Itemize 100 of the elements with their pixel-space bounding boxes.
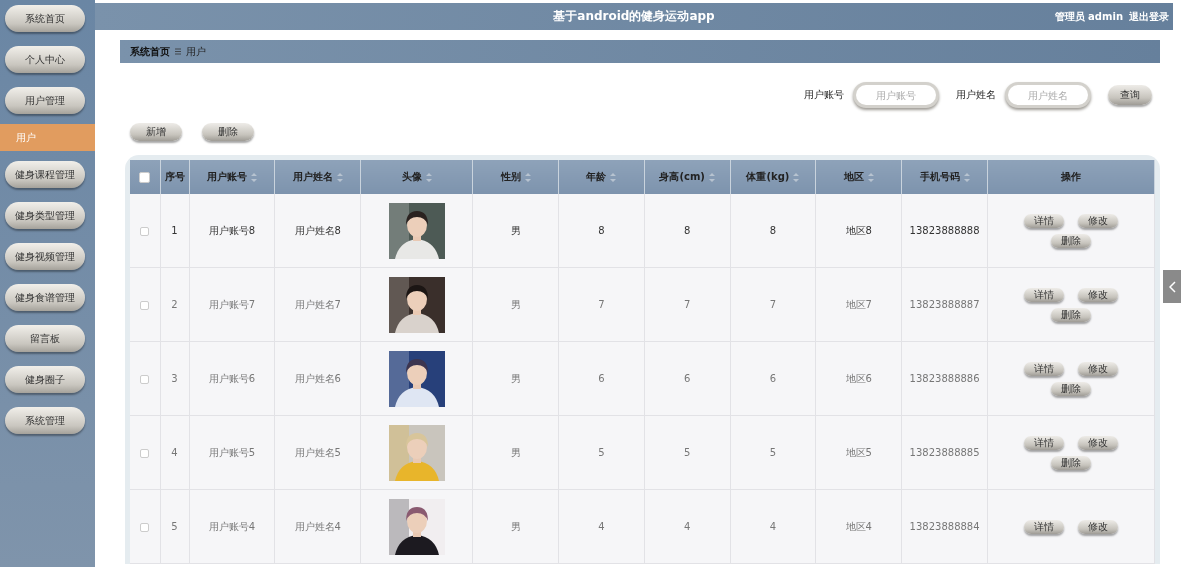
sort-icon[interactable] (793, 172, 800, 182)
table-cell: 8 (730, 194, 816, 268)
search-field[interactable]: 用户账号 (856, 85, 936, 105)
table-cell: 13823888886 (901, 341, 988, 416)
table-cell: 13823888888 (901, 194, 988, 268)
column-header: 手机号码 (901, 160, 988, 194)
table-cell: 男 (472, 489, 559, 564)
column-header: 体重(kg) (730, 160, 816, 194)
breadcrumb-item[interactable]: 系统首页 (130, 44, 170, 59)
user-label: 管理员 admin (1054, 9, 1123, 24)
sidebar-item[interactable]: 健身视频管理 (5, 243, 85, 270)
menu-icon (175, 48, 181, 55)
table-cell: 地区8 (815, 194, 902, 268)
action-button[interactable]: 删除 (1051, 381, 1091, 396)
table-cell: 4 (558, 489, 645, 564)
breadcrumb-item[interactable]: 用户 (186, 44, 206, 59)
action-button[interactable]: 修改 (1078, 519, 1118, 534)
table-cell: 5 (558, 415, 645, 490)
action-button[interactable]: 详情 (1024, 435, 1064, 450)
action-button[interactable]: 详情 (1024, 213, 1064, 228)
sort-icon[interactable] (336, 172, 343, 182)
sidebar-item[interactable]: 健身圈子 (5, 366, 85, 393)
table-cell: 3 (160, 341, 189, 416)
table-cell: 6 (558, 341, 645, 416)
app-title: 基于android的健身运动app (553, 8, 715, 25)
sidebar-item[interactable]: 系统管理 (5, 407, 85, 434)
checkbox[interactable] (140, 300, 150, 310)
table-cell: 13823888885 (901, 415, 988, 490)
checkbox[interactable] (140, 374, 150, 384)
table-cell: 6 (644, 341, 731, 416)
sidebar-item[interactable]: 留言板 (5, 325, 85, 352)
sort-icon[interactable] (425, 172, 432, 182)
sort-icon[interactable] (963, 172, 970, 182)
logout-link[interactable]: 退出登录 (1129, 9, 1169, 24)
action-button[interactable]: 删除 (1051, 307, 1091, 322)
table-cell: 用户账号6 (189, 341, 275, 416)
search-button[interactable]: 查询 (1108, 85, 1152, 105)
column-header: 身高(cm) (644, 160, 731, 194)
table-cell: 5 (644, 415, 731, 490)
sidebar-item[interactable]: 个人中心 (5, 46, 85, 73)
table-cell: 5 (730, 415, 816, 490)
table-cell: 地区4 (815, 489, 902, 564)
table-cell: 2 (160, 267, 189, 342)
action-button[interactable]: 删除 (1051, 233, 1091, 248)
column-header: 地区 (815, 160, 902, 194)
sort-icon[interactable] (250, 172, 257, 182)
column-header: 序号 (160, 160, 189, 194)
toolbar-button[interactable]: 新增 (130, 123, 182, 141)
sidebar-item[interactable]: 健身食谱管理 (5, 284, 85, 311)
table-cell: 用户账号5 (189, 415, 275, 490)
sort-icon[interactable] (867, 172, 874, 182)
table-cell: 用户姓名8 (274, 194, 361, 268)
table-cell: 8 (558, 194, 645, 268)
action-button[interactable]: 详情 (1024, 519, 1064, 534)
sort-icon[interactable] (610, 172, 617, 182)
table-cell: 男 (472, 267, 559, 342)
action-button[interactable]: 修改 (1078, 361, 1118, 376)
column-header: 头像 (360, 160, 473, 194)
checkbox[interactable] (140, 522, 150, 532)
table-cell: 6 (730, 341, 816, 416)
field-label: 用户姓名 (956, 88, 996, 102)
table-cell: 用户账号7 (189, 267, 275, 342)
table-cell: 5 (160, 489, 189, 564)
table-cell: 4 (730, 489, 816, 564)
toolbar-button[interactable]: 删除 (202, 123, 254, 141)
table-cell: 用户姓名6 (274, 341, 361, 416)
sidebar-item[interactable]: 用户管理 (5, 87, 85, 114)
sidebar-item[interactable]: 系统首页 (5, 5, 85, 32)
sidebar-item[interactable]: 健身课程管理 (5, 161, 85, 188)
checkbox[interactable] (139, 171, 151, 183)
table-cell: 用户账号8 (189, 194, 275, 268)
table-cell: 13823888887 (901, 267, 988, 342)
table-cell: 地区6 (815, 341, 902, 416)
action-button[interactable]: 详情 (1024, 361, 1064, 376)
search-field[interactable]: 用户姓名 (1008, 85, 1088, 105)
action-button[interactable]: 修改 (1078, 213, 1118, 228)
table-cell: 13823888884 (901, 489, 988, 564)
column-header: 操作 (987, 160, 1155, 194)
table-cell: 用户姓名5 (274, 415, 361, 490)
table-cell: 男 (472, 194, 559, 268)
action-button[interactable]: 修改 (1078, 287, 1118, 302)
action-button[interactable]: 详情 (1024, 287, 1064, 302)
sort-icon[interactable] (708, 172, 715, 182)
table-cell: 地区7 (815, 267, 902, 342)
column-header: 用户姓名 (274, 160, 361, 194)
table-cell: 男 (472, 415, 559, 490)
table-cell: 7 (558, 267, 645, 342)
checkbox[interactable] (140, 448, 150, 458)
field-label: 用户账号 (804, 88, 844, 102)
table-cell: 用户姓名7 (274, 267, 361, 342)
chevron-left-icon (1168, 280, 1176, 293)
table-cell: 4 (160, 415, 189, 490)
table-cell: 用户账号4 (189, 489, 275, 564)
table-cell: 7 (644, 267, 731, 342)
sidebar-item[interactable]: 健身类型管理 (5, 202, 85, 229)
sort-icon[interactable] (524, 172, 531, 182)
action-button[interactable]: 删除 (1051, 455, 1091, 470)
checkbox[interactable] (140, 226, 150, 236)
action-button[interactable]: 修改 (1078, 435, 1118, 450)
collapse-tab[interactable] (1163, 270, 1181, 303)
